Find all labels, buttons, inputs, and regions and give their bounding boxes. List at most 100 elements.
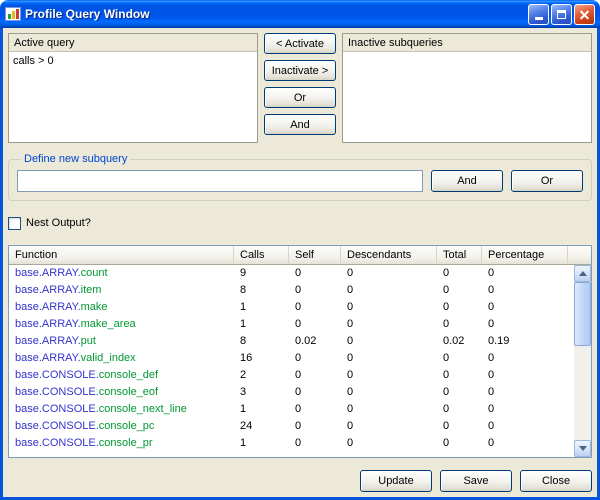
define-subquery-group: Define new subquery And Or: [8, 153, 592, 201]
inactive-subqueries-list[interactable]: [343, 51, 591, 142]
column-header-percentage[interactable]: Percentage: [482, 246, 568, 264]
function-qualifier: base.ARRAY.: [15, 335, 81, 347]
minimize-icon: [535, 17, 543, 20]
table-row[interactable]: base.CONSOLE.console_next_line10000: [9, 401, 574, 418]
titlebar[interactable]: Profile Query Window: [0, 0, 600, 28]
function-feature: console_def: [99, 369, 158, 381]
cell-calls: 1: [234, 435, 289, 452]
table-row[interactable]: base.CONSOLE.console_eof30000: [9, 384, 574, 401]
cell-function: base.ARRAY.item: [9, 282, 234, 299]
cell-function: base.CONSOLE.console_def: [9, 367, 234, 384]
cell-calls: 2: [234, 367, 289, 384]
app-icon[interactable]: [5, 6, 21, 22]
query-panels-row: Active query calls > 0 < Activate Inacti…: [8, 33, 592, 143]
inactivate-button[interactable]: Inactivate >: [264, 60, 336, 81]
column-header-self[interactable]: Self: [289, 246, 341, 264]
update-button[interactable]: Update: [360, 470, 432, 492]
function-qualifier: base.CONSOLE.: [15, 369, 99, 381]
table-vertical-scrollbar[interactable]: [574, 265, 591, 457]
and-button[interactable]: And: [264, 114, 336, 135]
transfer-buttons-column: < Activate Inactivate > Or And: [264, 33, 336, 143]
nest-output-checkbox[interactable]: [8, 217, 21, 230]
caption-minimize-button[interactable]: [528, 4, 549, 25]
window-title: Profile Query Window: [25, 7, 528, 21]
cell-calls: 3: [234, 384, 289, 401]
cell-percentage: 0: [482, 350, 568, 367]
cell-calls: 1: [234, 316, 289, 333]
table-row[interactable]: base.ARRAY.make_area10000: [9, 316, 574, 333]
or-button[interactable]: Or: [264, 87, 336, 108]
table-row[interactable]: base.CONSOLE.console_def20000: [9, 367, 574, 384]
cell-total: 0: [437, 384, 482, 401]
cell-total: 0: [437, 401, 482, 418]
cell-percentage: 0: [482, 265, 568, 282]
function-feature: console_pc: [99, 420, 155, 432]
caption-maximize-button[interactable]: [551, 4, 572, 25]
cell-function: base.ARRAY.make: [9, 299, 234, 316]
caption-close-button[interactable]: [574, 4, 595, 25]
table-row[interactable]: base.ARRAY.item80000: [9, 282, 574, 299]
column-header-total[interactable]: Total: [437, 246, 482, 264]
table-body-area: base.ARRAY.count90000base.ARRAY.item8000…: [9, 265, 591, 457]
cell-function: base.ARRAY.make_area: [9, 316, 234, 333]
cell-total: 0: [437, 350, 482, 367]
table-row[interactable]: base.ARRAY.count90000: [9, 265, 574, 282]
cell-percentage: 0: [482, 316, 568, 333]
table-row[interactable]: base.CONSOLE.console_pr10000: [9, 435, 574, 452]
subquery-input[interactable]: [17, 170, 423, 192]
function-feature: console_next_line: [99, 403, 187, 415]
scrollbar-track[interactable]: [574, 282, 591, 440]
cell-total: 0: [437, 435, 482, 452]
table-row[interactable]: base.ARRAY.valid_index160000: [9, 350, 574, 367]
function-qualifier: base.CONSOLE.: [15, 437, 99, 449]
cell-function: base.CONSOLE.console_pr: [9, 435, 234, 452]
cell-descendants: 0: [341, 282, 437, 299]
close-icon: [579, 9, 590, 20]
scrollbar-thumb[interactable]: [574, 282, 591, 346]
table-row[interactable]: base.ARRAY.make10000: [9, 299, 574, 316]
column-header-descendants[interactable]: Descendants: [341, 246, 437, 264]
nest-output-label: Nest Output?: [26, 217, 91, 229]
table-row[interactable]: base.CONSOLE.console_pc240000: [9, 418, 574, 435]
function-feature: put: [81, 335, 96, 347]
maximize-icon: [557, 10, 566, 19]
cell-total: 0: [437, 418, 482, 435]
activate-button[interactable]: < Activate: [264, 33, 336, 54]
function-qualifier: base.ARRAY.: [15, 318, 81, 330]
cell-function: base.CONSOLE.console_next_line: [9, 401, 234, 418]
table-row[interactable]: base.ARRAY.put80.0200.020.19: [9, 333, 574, 350]
cell-self: 0: [289, 282, 341, 299]
cell-percentage: 0: [482, 435, 568, 452]
cell-total: 0: [437, 367, 482, 384]
cell-total: 0.02: [437, 333, 482, 350]
cell-self: 0: [289, 401, 341, 418]
cell-total: 0: [437, 316, 482, 333]
function-qualifier: base.CONSOLE.: [15, 403, 99, 415]
subquery-and-button[interactable]: And: [431, 170, 503, 192]
table-body[interactable]: base.ARRAY.count90000base.ARRAY.item8000…: [9, 265, 574, 457]
active-query-item[interactable]: calls > 0: [13, 54, 253, 68]
save-button[interactable]: Save: [440, 470, 512, 492]
cell-calls: 24: [234, 418, 289, 435]
cell-percentage: 0: [482, 418, 568, 435]
table-header-row: FunctionCallsSelfDescendantsTotalPercent…: [9, 246, 591, 265]
column-header-function[interactable]: Function: [9, 246, 234, 264]
cell-percentage: 0: [482, 299, 568, 316]
cell-descendants: 0: [341, 384, 437, 401]
cell-descendants: 0: [341, 350, 437, 367]
scroll-down-button[interactable]: [574, 440, 591, 457]
cell-calls: 8: [234, 333, 289, 350]
scroll-up-button[interactable]: [574, 265, 591, 282]
cell-function: base.ARRAY.put: [9, 333, 234, 350]
cell-self: 0.02: [289, 333, 341, 350]
function-feature: make_area: [81, 318, 136, 330]
close-button[interactable]: Close: [520, 470, 592, 492]
active-query-list[interactable]: calls > 0: [9, 51, 257, 142]
cell-descendants: 0: [341, 265, 437, 282]
cell-calls: 1: [234, 401, 289, 418]
cell-descendants: 0: [341, 316, 437, 333]
subquery-or-button[interactable]: Or: [511, 170, 583, 192]
column-header-calls[interactable]: Calls: [234, 246, 289, 264]
cell-descendants: 0: [341, 418, 437, 435]
function-qualifier: base.ARRAY.: [15, 352, 81, 364]
